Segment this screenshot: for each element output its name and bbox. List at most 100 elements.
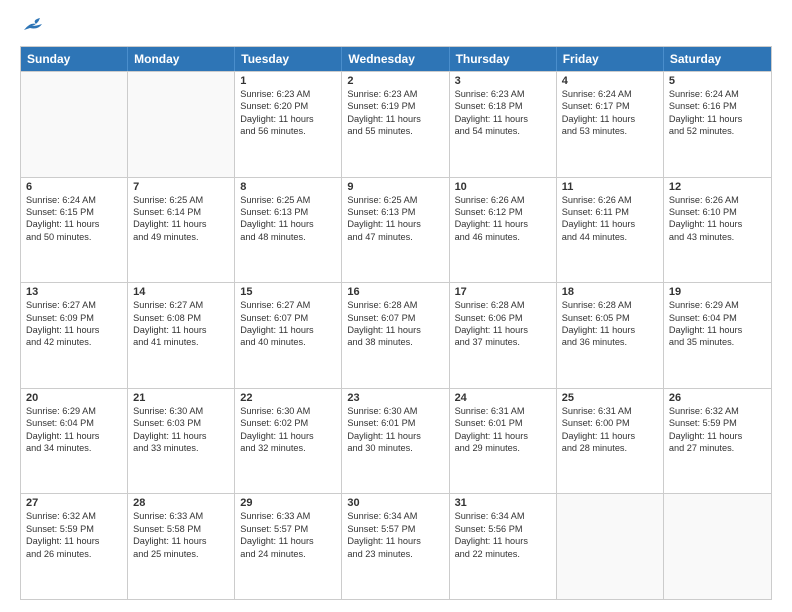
cell-line: and 27 minutes. (669, 442, 766, 454)
cell-line: Daylight: 11 hours (669, 430, 766, 442)
cell-line: and 29 minutes. (455, 442, 551, 454)
day-number: 8 (240, 181, 336, 193)
cell-line: Sunset: 6:14 PM (133, 206, 229, 218)
calendar-row-3: 13Sunrise: 6:27 AMSunset: 6:09 PMDayligh… (21, 282, 771, 388)
day-number: 26 (669, 392, 766, 404)
day-number: 5 (669, 75, 766, 87)
calendar-cell: 2Sunrise: 6:23 AMSunset: 6:19 PMDaylight… (342, 72, 449, 177)
cell-line: and 42 minutes. (26, 336, 122, 348)
cell-line: Daylight: 11 hours (133, 535, 229, 547)
day-number: 6 (26, 181, 122, 193)
day-number: 9 (347, 181, 443, 193)
calendar-header-friday: Friday (557, 47, 664, 71)
calendar-row-2: 6Sunrise: 6:24 AMSunset: 6:15 PMDaylight… (21, 177, 771, 283)
cell-line: Sunset: 5:59 PM (26, 523, 122, 535)
cell-line: and 23 minutes. (347, 548, 443, 560)
cell-line: and 47 minutes. (347, 231, 443, 243)
cell-line: and 25 minutes. (133, 548, 229, 560)
cell-line: Sunrise: 6:34 AM (347, 510, 443, 522)
calendar-header-monday: Monday (128, 47, 235, 71)
cell-line: Sunrise: 6:25 AM (240, 194, 336, 206)
cell-line: Sunrise: 6:30 AM (133, 405, 229, 417)
cell-line: Sunset: 6:07 PM (347, 312, 443, 324)
cell-line: Daylight: 11 hours (240, 535, 336, 547)
cell-line: Sunset: 6:20 PM (240, 100, 336, 112)
cell-line: and 49 minutes. (133, 231, 229, 243)
calendar-body: 1Sunrise: 6:23 AMSunset: 6:20 PMDaylight… (21, 71, 771, 599)
cell-line: and 26 minutes. (26, 548, 122, 560)
calendar-row-1: 1Sunrise: 6:23 AMSunset: 6:20 PMDaylight… (21, 71, 771, 177)
calendar-cell: 24Sunrise: 6:31 AMSunset: 6:01 PMDayligh… (450, 389, 557, 494)
cell-line: Sunset: 6:01 PM (455, 417, 551, 429)
calendar-row-5: 27Sunrise: 6:32 AMSunset: 5:59 PMDayligh… (21, 493, 771, 599)
cell-line: and 40 minutes. (240, 336, 336, 348)
calendar-cell (128, 72, 235, 177)
cell-line: Sunset: 6:11 PM (562, 206, 658, 218)
calendar-header-tuesday: Tuesday (235, 47, 342, 71)
day-number: 11 (562, 181, 658, 193)
cell-line: and 24 minutes. (240, 548, 336, 560)
cell-line: Sunrise: 6:32 AM (669, 405, 766, 417)
cell-line: Sunrise: 6:23 AM (347, 88, 443, 100)
cell-line: Sunset: 6:10 PM (669, 206, 766, 218)
cell-line: and 30 minutes. (347, 442, 443, 454)
day-number: 28 (133, 497, 229, 509)
calendar-cell (664, 494, 771, 599)
logo (20, 16, 44, 36)
cell-line: and 54 minutes. (455, 125, 551, 137)
cell-line: Sunrise: 6:28 AM (562, 299, 658, 311)
day-number: 1 (240, 75, 336, 87)
cell-line: Daylight: 11 hours (455, 218, 551, 230)
calendar-cell: 25Sunrise: 6:31 AMSunset: 6:00 PMDayligh… (557, 389, 664, 494)
calendar-cell: 5Sunrise: 6:24 AMSunset: 6:16 PMDaylight… (664, 72, 771, 177)
cell-line: Sunset: 6:18 PM (455, 100, 551, 112)
cell-line: and 33 minutes. (133, 442, 229, 454)
day-number: 25 (562, 392, 658, 404)
calendar-cell: 13Sunrise: 6:27 AMSunset: 6:09 PMDayligh… (21, 283, 128, 388)
cell-line: Daylight: 11 hours (26, 218, 122, 230)
calendar-cell: 20Sunrise: 6:29 AMSunset: 6:04 PMDayligh… (21, 389, 128, 494)
cell-line: Sunrise: 6:30 AM (240, 405, 336, 417)
cell-line: and 36 minutes. (562, 336, 658, 348)
cell-line: Sunrise: 6:26 AM (562, 194, 658, 206)
day-number: 15 (240, 286, 336, 298)
day-number: 22 (240, 392, 336, 404)
calendar-row-4: 20Sunrise: 6:29 AMSunset: 6:04 PMDayligh… (21, 388, 771, 494)
calendar-cell: 23Sunrise: 6:30 AMSunset: 6:01 PMDayligh… (342, 389, 449, 494)
header (20, 16, 772, 36)
cell-line: and 44 minutes. (562, 231, 658, 243)
day-number: 16 (347, 286, 443, 298)
cell-line: Daylight: 11 hours (669, 113, 766, 125)
cell-line: Sunrise: 6:23 AM (240, 88, 336, 100)
cell-line: and 48 minutes. (240, 231, 336, 243)
day-number: 14 (133, 286, 229, 298)
cell-line: Sunrise: 6:34 AM (455, 510, 551, 522)
cell-line: Sunrise: 6:26 AM (455, 194, 551, 206)
cell-line: Sunrise: 6:23 AM (455, 88, 551, 100)
calendar-cell: 18Sunrise: 6:28 AMSunset: 6:05 PMDayligh… (557, 283, 664, 388)
calendar-cell: 6Sunrise: 6:24 AMSunset: 6:15 PMDaylight… (21, 178, 128, 283)
cell-line: Daylight: 11 hours (562, 430, 658, 442)
cell-line: and 35 minutes. (669, 336, 766, 348)
cell-line: and 22 minutes. (455, 548, 551, 560)
cell-line: and 38 minutes. (347, 336, 443, 348)
cell-line: Daylight: 11 hours (455, 113, 551, 125)
cell-line: Sunset: 6:08 PM (133, 312, 229, 324)
cell-line: Sunrise: 6:24 AM (669, 88, 766, 100)
cell-line: Sunset: 6:06 PM (455, 312, 551, 324)
calendar-cell: 10Sunrise: 6:26 AMSunset: 6:12 PMDayligh… (450, 178, 557, 283)
cell-line: Sunset: 5:59 PM (669, 417, 766, 429)
cell-line: and 41 minutes. (133, 336, 229, 348)
calendar-cell: 21Sunrise: 6:30 AMSunset: 6:03 PMDayligh… (128, 389, 235, 494)
calendar-cell: 17Sunrise: 6:28 AMSunset: 6:06 PMDayligh… (450, 283, 557, 388)
day-number: 29 (240, 497, 336, 509)
day-number: 31 (455, 497, 551, 509)
cell-line: and 46 minutes. (455, 231, 551, 243)
day-number: 21 (133, 392, 229, 404)
calendar-header-sunday: Sunday (21, 47, 128, 71)
calendar-cell: 15Sunrise: 6:27 AMSunset: 6:07 PMDayligh… (235, 283, 342, 388)
cell-line: Daylight: 11 hours (133, 430, 229, 442)
day-number: 27 (26, 497, 122, 509)
cell-line: and 43 minutes. (669, 231, 766, 243)
cell-line: Daylight: 11 hours (347, 324, 443, 336)
